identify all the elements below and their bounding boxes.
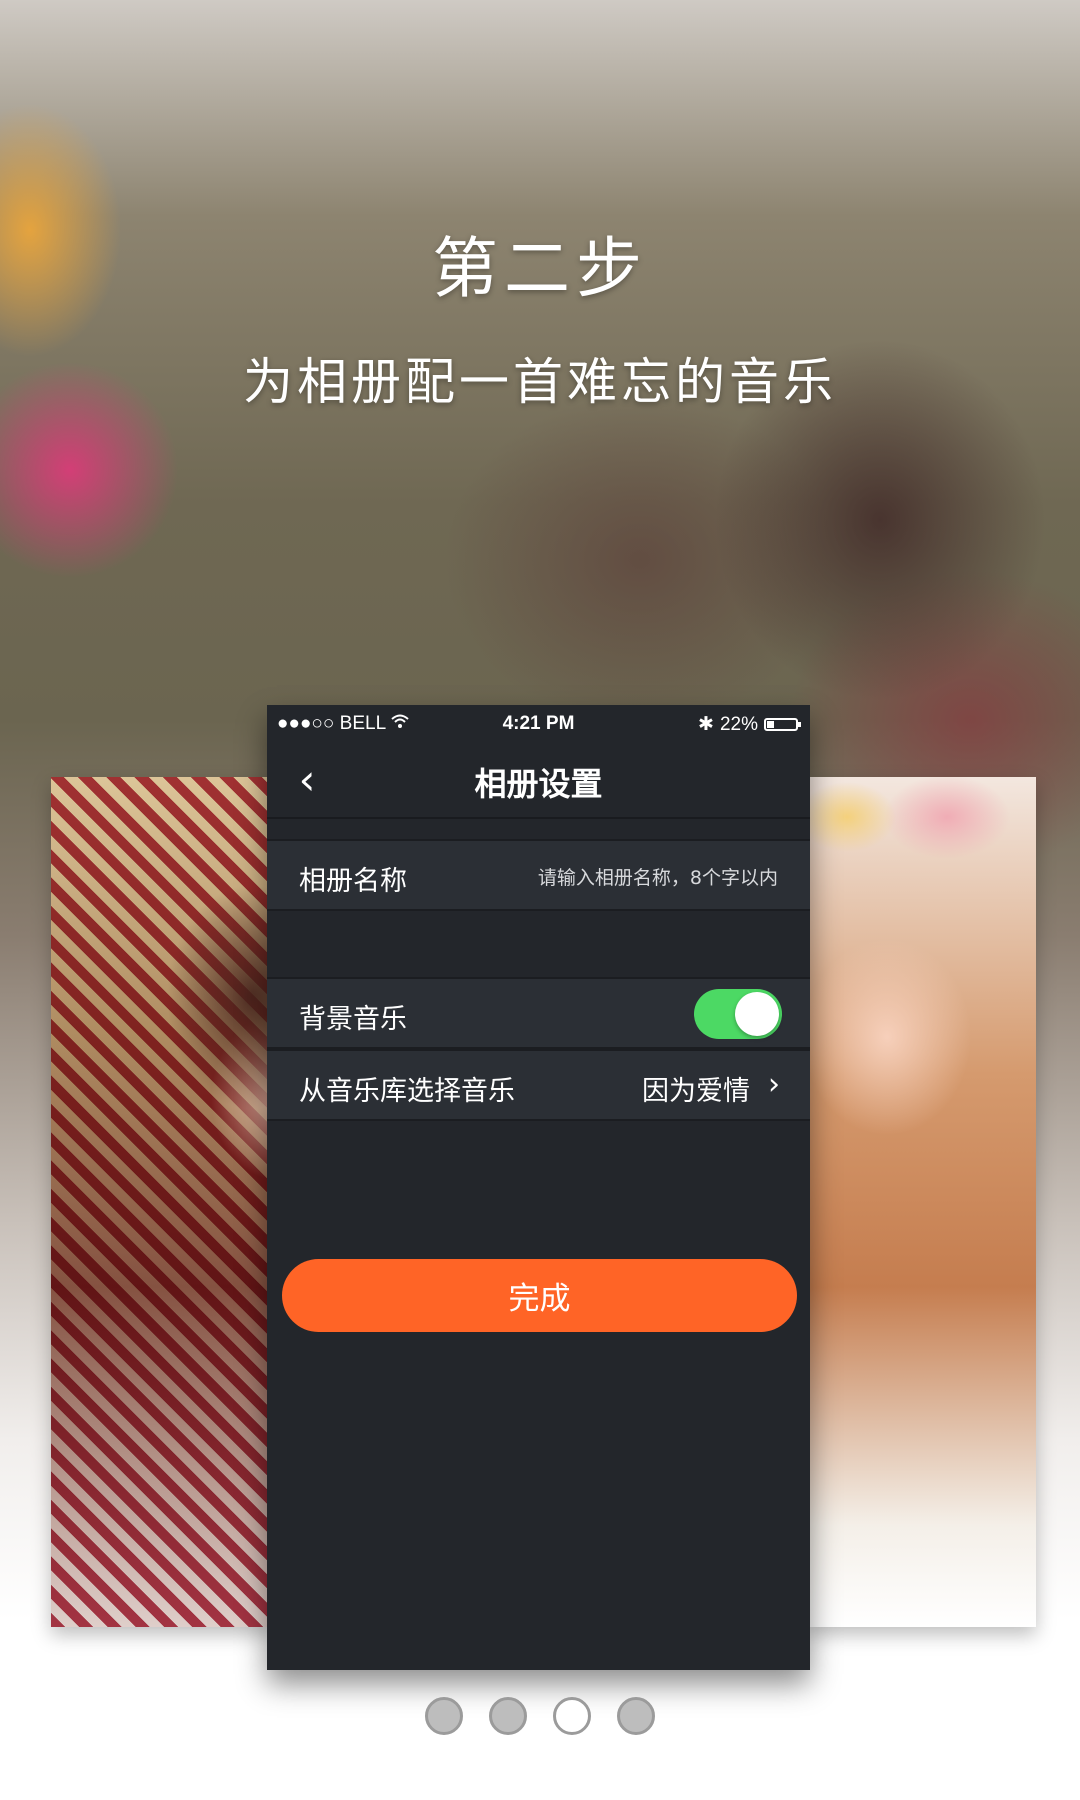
- done-button[interactable]: 完成: [282, 1259, 797, 1332]
- page-dot[interactable]: [617, 1697, 655, 1735]
- bluetooth-icon: ✱: [698, 714, 714, 735]
- battery-percent: 22%: [719, 713, 758, 735]
- page-dot[interactable]: [425, 1697, 463, 1735]
- wifi-icon: [390, 713, 410, 735]
- background-music-toggle[interactable]: [694, 989, 782, 1039]
- status-left: ●●●○○ BELL: [277, 713, 410, 735]
- page-dot[interactable]: [489, 1697, 527, 1735]
- album-name-label: 相册名称: [299, 866, 407, 897]
- background-music-label: 背景音乐: [299, 1004, 407, 1035]
- music-library-row[interactable]: 从音乐库选择音乐 因为爱情 ›: [267, 1049, 810, 1121]
- page-title: 第二步: [432, 230, 648, 307]
- carrier-label: ●●●○○ BELL: [277, 713, 387, 734]
- sample-photo-left: [51, 777, 273, 1627]
- page-dot[interactable]: [553, 1697, 591, 1735]
- background-music-row: 背景音乐: [267, 977, 810, 1049]
- nav-bar: ‹ 相册设置: [267, 741, 810, 819]
- battery-level: [767, 721, 774, 728]
- status-bar: ●●●○○ BELL 4:21 PM ✱ 22%: [267, 705, 810, 741]
- status-right: ✱ 22%: [698, 713, 801, 736]
- page-indicator: [0, 1697, 1080, 1735]
- album-name-input[interactable]: 请输入相册名称，8个字以内: [538, 863, 778, 890]
- nav-title: 相册设置: [474, 765, 603, 803]
- sample-photo-right: [807, 777, 1036, 1627]
- chevron-right-icon: ›: [768, 1067, 780, 1102]
- battery-icon: [764, 718, 801, 731]
- music-library-label: 从音乐库选择音乐: [299, 1076, 515, 1107]
- chevron-left-icon: ‹: [298, 754, 316, 804]
- back-button[interactable]: ‹: [285, 754, 329, 804]
- toggle-knob: [735, 992, 779, 1036]
- page-subtitle: 为相册配一首难忘的音乐: [243, 353, 837, 411]
- phone-screen: ●●●○○ BELL 4:21 PM ✱ 22% ‹ 相册设置 相册名称 请输入…: [267, 705, 810, 1670]
- album-name-row[interactable]: 相册名称 请输入相册名称，8个字以内: [267, 839, 810, 911]
- selected-song: 因为爱情: [642, 1076, 750, 1107]
